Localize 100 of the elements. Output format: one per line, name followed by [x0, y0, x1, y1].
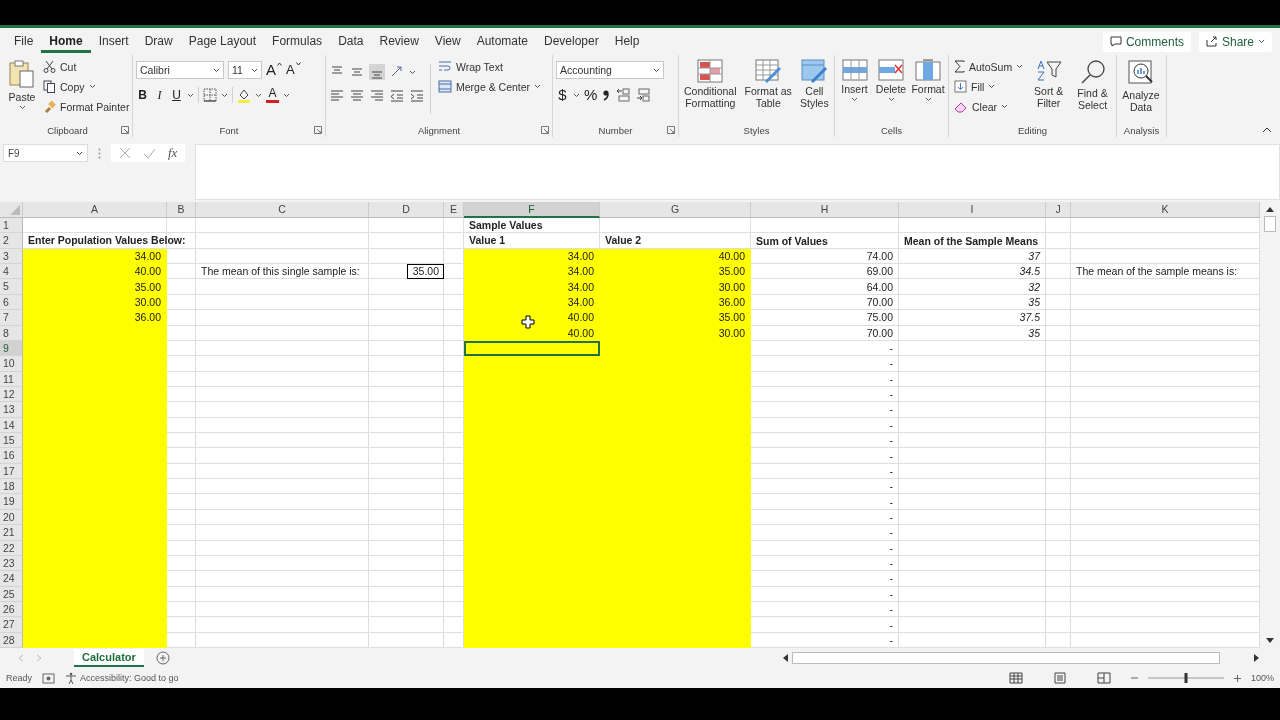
italic-button[interactable]: I — [153, 87, 166, 103]
decrease-indent-icon[interactable] — [389, 88, 405, 104]
text-align-icon[interactable] — [349, 88, 365, 104]
number-format-field[interactable]: Accounting — [556, 61, 664, 79]
comma-style-icon[interactable] — [601, 88, 612, 102]
row-header[interactable]: 15 — [0, 433, 23, 449]
ribbon-tab[interactable]: Page Layout — [180, 30, 265, 53]
insert-function-button[interactable]: fx — [168, 145, 178, 161]
borders-icon[interactable] — [203, 88, 217, 102]
underline-button[interactable]: U — [170, 87, 183, 103]
clear-button[interactable]: Clear — [952, 98, 1026, 115]
dialog-launcher-icon[interactable] — [541, 126, 549, 134]
percent-button[interactable]: % — [584, 87, 598, 103]
dialog-launcher-icon[interactable] — [121, 126, 129, 134]
row-header[interactable]: 16 — [0, 448, 23, 464]
column-header[interactable]: I — [899, 202, 1046, 218]
macro-record-icon[interactable] — [42, 672, 55, 684]
row-header[interactable]: 19 — [0, 494, 23, 510]
ribbon-tab[interactable]: File — [6, 30, 42, 53]
autosum-button[interactable]: AutoSum — [952, 58, 1026, 75]
column-header[interactable]: F — [464, 202, 600, 218]
vertical-align-icon[interactable] — [369, 64, 385, 80]
scroll-thumb[interactable] — [1264, 216, 1276, 232]
ribbon-tab[interactable]: Data — [330, 30, 372, 53]
ribbon-tab[interactable]: Home — [41, 30, 91, 53]
row-header[interactable]: 7 — [0, 310, 23, 326]
decrease-decimal-icon[interactable] — [635, 88, 652, 102]
zoom-slider[interactable] — [1147, 672, 1224, 684]
ribbon-tab[interactable]: Insert — [90, 30, 137, 53]
accessibility-status[interactable]: Accessibility: Good to go — [80, 673, 179, 683]
analyze-data-button[interactable]: Analyze Data — [1120, 58, 1162, 114]
accessibility-icon[interactable] — [65, 672, 77, 684]
dialog-launcher-icon[interactable] — [314, 126, 322, 134]
add-sheet-icon[interactable] — [155, 651, 170, 665]
wrap-text-button[interactable]: Wrap Text — [436, 58, 544, 75]
ribbon-tab[interactable]: Draw — [136, 30, 181, 53]
column-header[interactable]: J — [1046, 202, 1071, 218]
row-header[interactable]: 1 — [0, 218, 23, 234]
column-header[interactable]: E — [444, 202, 464, 218]
text-align-icon[interactable] — [369, 88, 385, 104]
column-header[interactable]: A — [23, 202, 167, 218]
sort-filter-button[interactable]: Sort & Filter — [1028, 58, 1070, 110]
scroll-down-icon[interactable] — [1266, 638, 1274, 644]
cut-button[interactable]: Cut — [41, 58, 132, 75]
formula-input[interactable] — [195, 144, 1280, 200]
scroll-up-icon[interactable] — [1266, 206, 1274, 212]
row-header[interactable]: 24 — [0, 571, 23, 587]
column-header[interactable]: G — [600, 202, 751, 218]
ribbon-tab[interactable]: Developer — [536, 30, 607, 53]
name-box[interactable]: F9 — [3, 144, 88, 162]
find-select-button[interactable]: Find & Select — [1072, 58, 1113, 112]
decrease-font-button[interactable]: A — [286, 62, 301, 78]
ribbon-tab[interactable]: Help — [606, 30, 648, 53]
checkmark-icon[interactable] — [143, 147, 156, 159]
dialog-launcher-icon[interactable] — [667, 126, 675, 134]
share-button[interactable]: Share — [1198, 31, 1272, 52]
zoom-in-icon[interactable] — [1233, 674, 1241, 682]
row-header[interactable]: 27 — [0, 617, 23, 633]
column-header[interactable]: B — [167, 202, 196, 218]
merge-center-button[interactable]: Merge & Center — [436, 78, 544, 95]
font-color-button[interactable]: A — [266, 87, 279, 103]
row-header[interactable]: 13 — [0, 402, 23, 418]
increase-indent-icon[interactable] — [409, 88, 425, 104]
column-header[interactable]: K — [1071, 202, 1260, 218]
format-button[interactable]: Format — [911, 58, 945, 103]
ribbon-tab[interactable]: Formulas — [264, 30, 331, 53]
format-as-table-button[interactable]: Format as Table — [741, 58, 795, 110]
zoom-level[interactable]: 100% — [1250, 673, 1274, 683]
fill-button[interactable]: Fill — [952, 78, 1026, 95]
currency-button[interactable]: $ — [556, 87, 569, 103]
cancel-icon[interactable] — [119, 147, 131, 159]
more-options-icon[interactable] — [98, 148, 101, 159]
row-header[interactable]: 21 — [0, 525, 23, 541]
sheet-tab[interactable]: Calculator — [74, 649, 144, 667]
comments-button[interactable]: Comments — [1102, 31, 1191, 52]
font-size-field[interactable]: 11 — [228, 61, 262, 79]
row-header[interactable]: 5 — [0, 279, 23, 295]
column-header[interactable]: D — [369, 202, 444, 218]
selected-cell[interactable] — [464, 340, 600, 357]
conditional-formatting-button[interactable]: Conditional Formatting — [682, 58, 739, 110]
text-align-icon[interactable] — [329, 88, 345, 104]
copy-button[interactable]: Copy — [41, 78, 132, 95]
ribbon-tab[interactable]: Review — [371, 30, 427, 53]
delete-button[interactable]: Delete — [874, 58, 908, 103]
scroll-left-icon[interactable] — [782, 654, 788, 662]
row-header[interactable]: 18 — [0, 479, 23, 495]
row-header[interactable]: 2 — [0, 233, 23, 249]
vertical-scrollbar[interactable] — [1260, 202, 1280, 648]
scroll-right-icon[interactable] — [1254, 654, 1260, 662]
column-header[interactable]: H — [751, 202, 899, 218]
slider-thumb[interactable] — [1184, 673, 1188, 683]
bold-button[interactable]: B — [136, 87, 149, 103]
row-header[interactable]: 4 — [0, 264, 23, 280]
ribbon-tab[interactable]: View — [426, 30, 469, 53]
insert-button[interactable]: Insert — [838, 58, 871, 103]
ribbon-tab[interactable]: Automate — [468, 30, 536, 53]
format-painter-button[interactable]: Format Painter — [41, 98, 132, 115]
fill-color-icon[interactable] — [237, 87, 251, 103]
column-header[interactable]: C — [196, 202, 369, 218]
increase-font-button[interactable]: A — [266, 62, 282, 78]
